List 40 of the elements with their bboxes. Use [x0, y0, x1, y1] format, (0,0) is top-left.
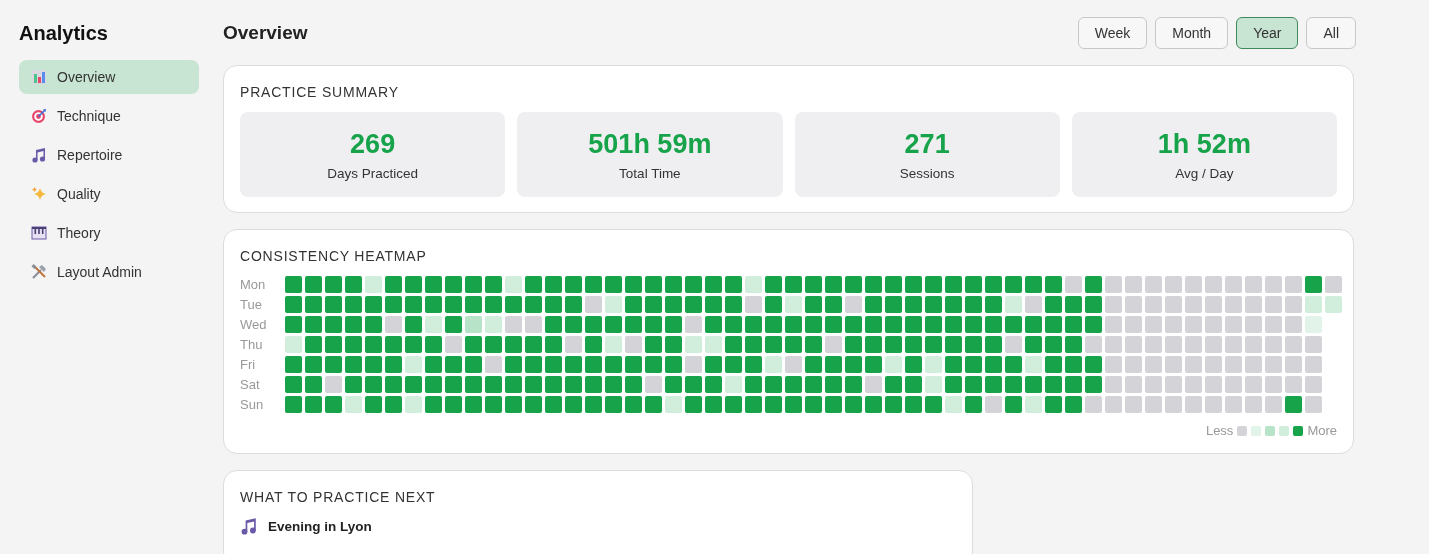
stat-label: Days Practiced [327, 165, 418, 181]
range-button[interactable]: Year [1236, 17, 1299, 49]
music-note-icon [240, 517, 258, 535]
stat-value: 271 [904, 128, 950, 160]
range-button[interactable]: Month [1155, 17, 1229, 49]
sidebar-item[interactable]: Quality [19, 177, 199, 211]
music-note-icon [31, 147, 47, 163]
day-label: Tue [240, 297, 263, 312]
stat-value: 501h 59m [588, 128, 712, 160]
piano-icon [31, 225, 47, 241]
stat-value: 1h 52m [1157, 128, 1251, 160]
piece-title: Evening in Lyon [268, 518, 372, 534]
day-label: Wed [240, 317, 268, 332]
range-button[interactable]: Week [1077, 17, 1148, 49]
day-label: Sun [240, 397, 265, 412]
day-label: Thu [240, 337, 264, 352]
card-title: CONSISTENCY HEATMAP [240, 248, 428, 264]
bar-chart-icon [31, 69, 47, 85]
stat-label: Total Time [619, 165, 681, 181]
day-label: Mon [240, 277, 267, 292]
legend-label: More [1307, 423, 1337, 438]
target-icon [31, 108, 47, 124]
card-title: WHAT TO PRACTICE NEXT [240, 489, 437, 505]
day-label: Sat [240, 377, 261, 392]
sidebar-item[interactable]: Technique [19, 99, 199, 133]
sidebar-item[interactable]: Overview [19, 60, 199, 94]
sidebar-item[interactable]: Repertoire [19, 138, 199, 172]
stat-value: 269 [350, 128, 396, 160]
sparkle-icon [31, 186, 47, 202]
legend-label: Less [1205, 423, 1234, 438]
page-title: Overview [223, 22, 308, 44]
sidebar-item[interactable]: Layout Admin [19, 255, 199, 289]
stat-label: Avg / Day [1175, 165, 1234, 181]
card-title: PRACTICE SUMMARY [240, 84, 400, 100]
sidebar-title: Analytics [19, 22, 109, 45]
range-button[interactable]: All [1306, 17, 1356, 49]
tools-icon [31, 264, 47, 280]
day-label: Fri [240, 357, 257, 372]
stat-label: Sessions [899, 165, 955, 181]
sidebar-item[interactable]: Theory [19, 216, 199, 250]
